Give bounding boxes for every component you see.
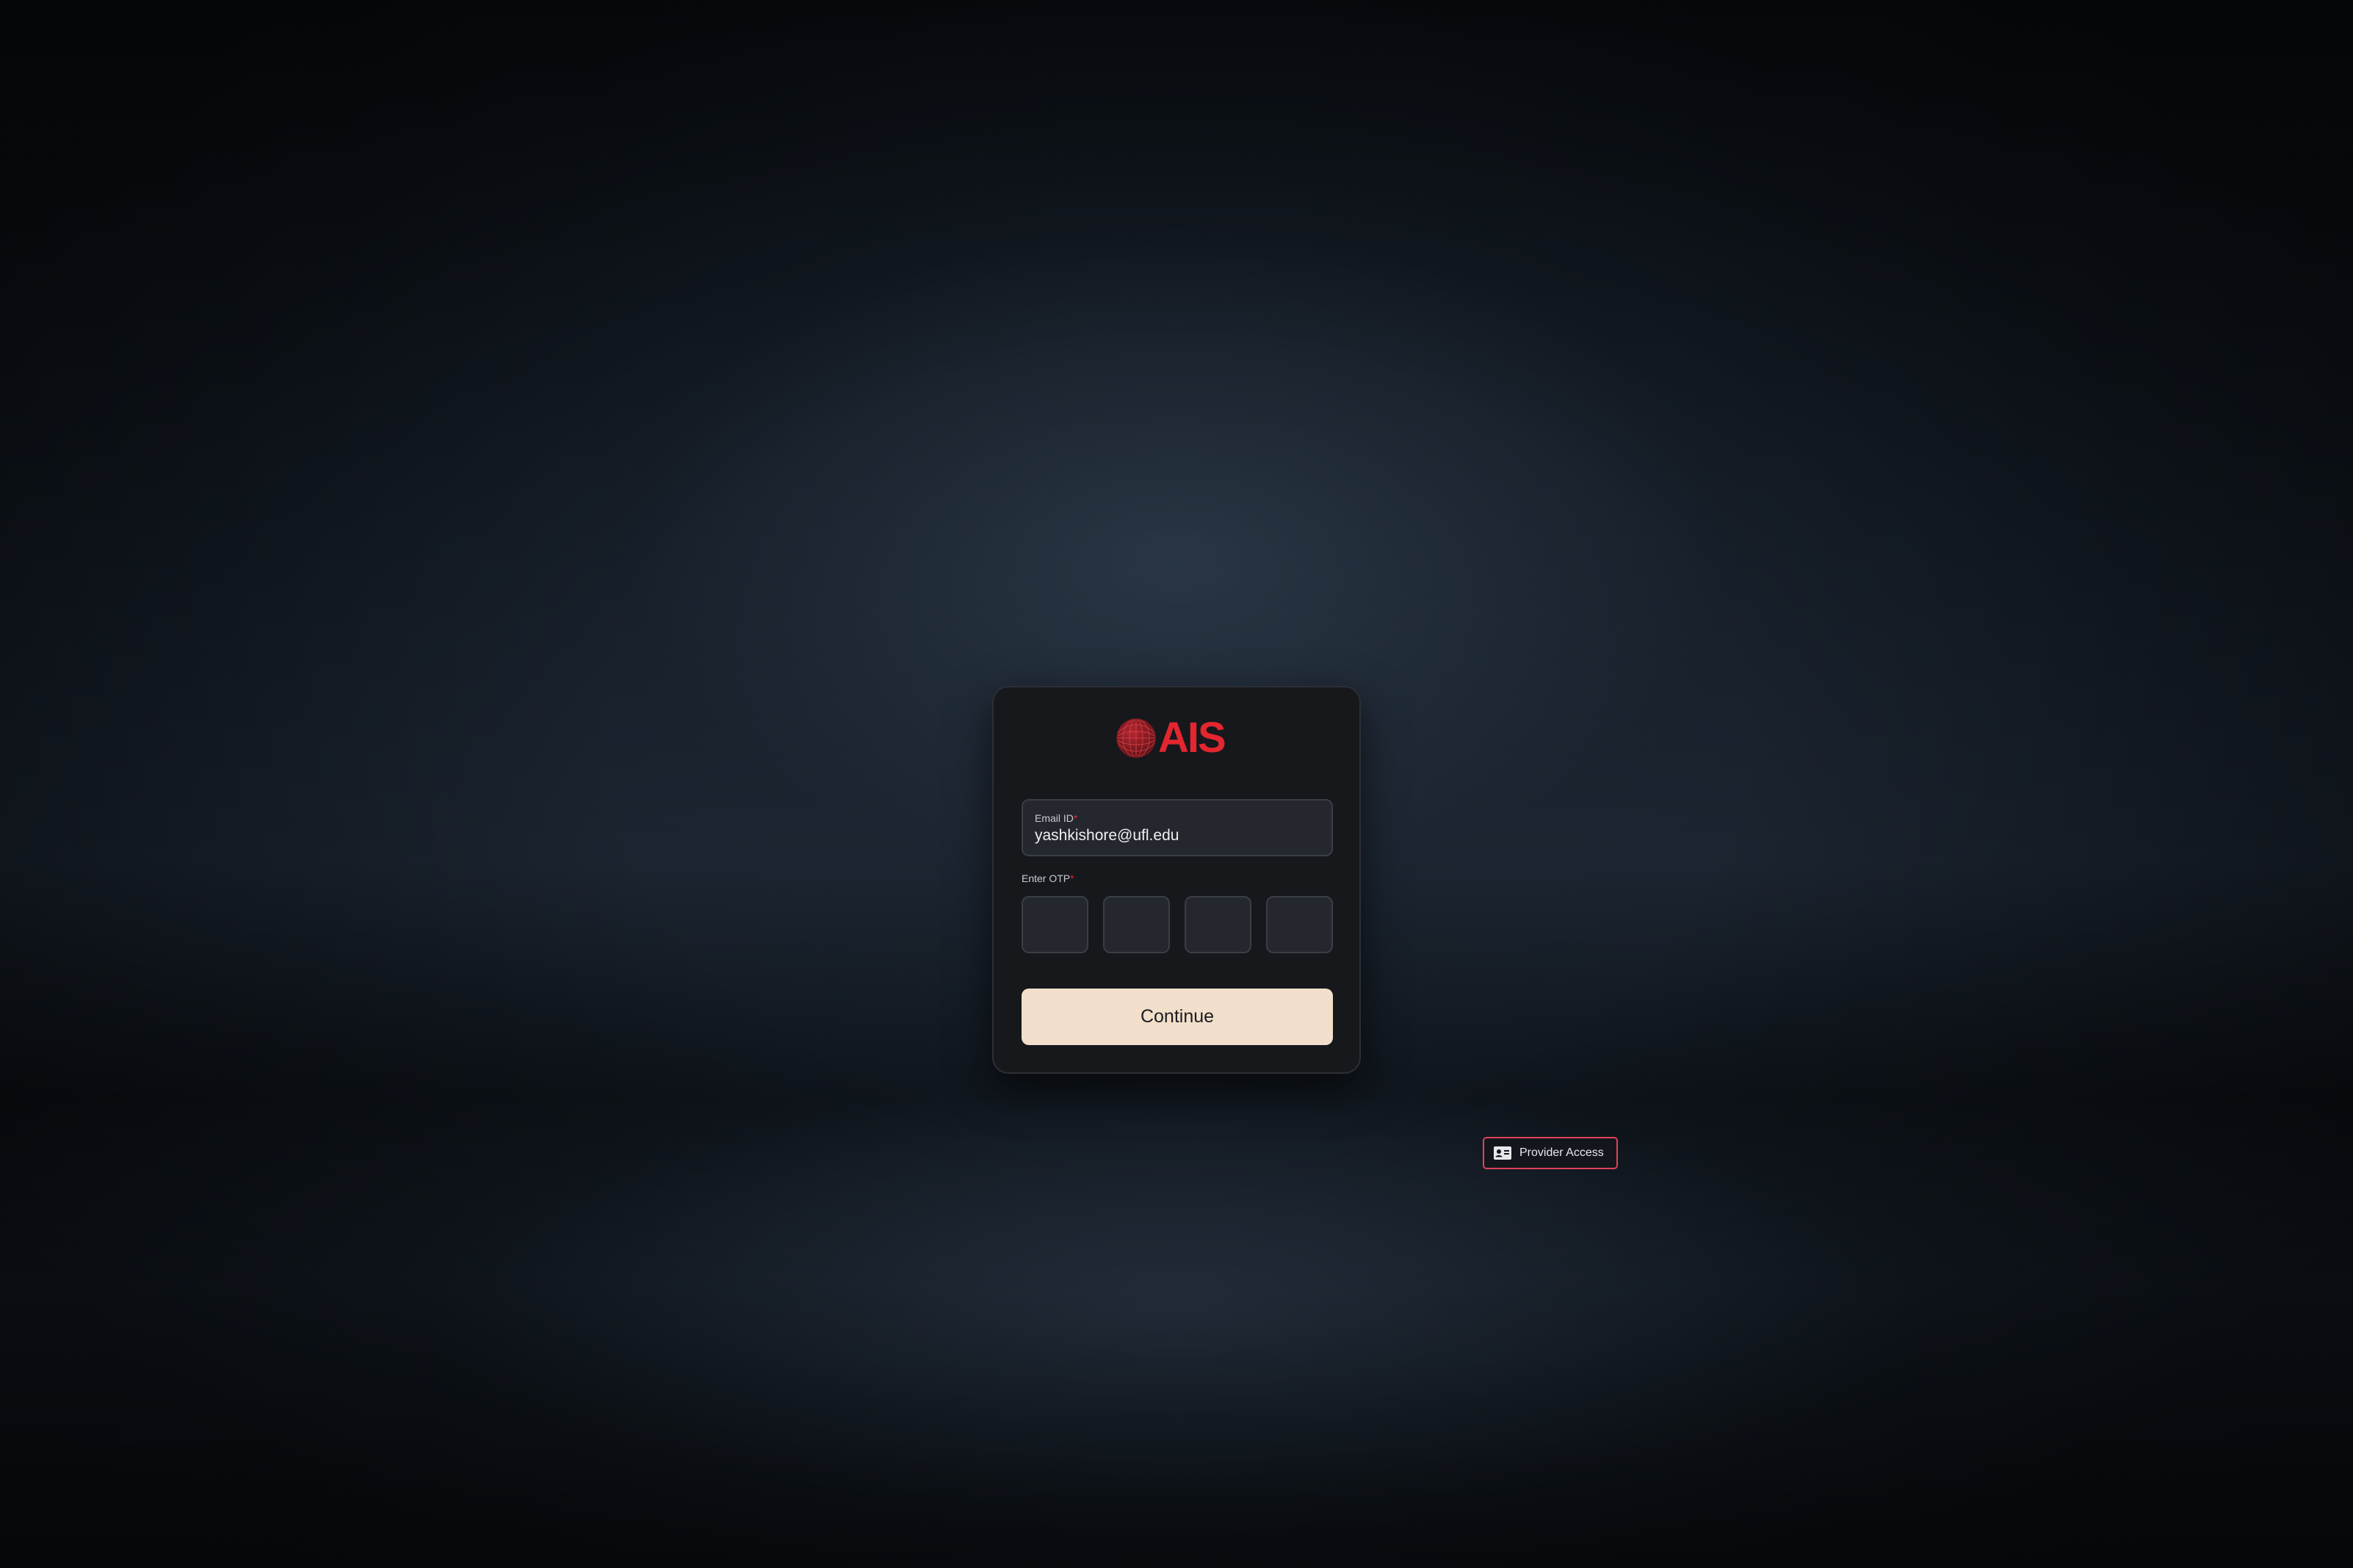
otp-digit-3[interactable]: [1185, 896, 1251, 953]
email-label: Email ID*: [1035, 812, 1077, 824]
otp-digit-1[interactable]: [1022, 896, 1088, 953]
id-card-icon: [1494, 1146, 1511, 1160]
otp-digit-4[interactable]: [1266, 896, 1333, 953]
login-card: AIS Email ID* Enter OTP* Continue: [992, 686, 1361, 1074]
otp-digit-2[interactable]: [1103, 896, 1170, 953]
otp-label-text: Enter OTP: [1022, 872, 1071, 884]
email-field[interactable]: Email ID*: [1022, 799, 1333, 856]
otp-input-group: [1022, 896, 1333, 953]
globe-icon: [1116, 718, 1156, 758]
email-input[interactable]: [1035, 827, 1321, 845]
provider-access-button[interactable]: Provider Access: [1483, 1137, 1618, 1169]
required-mark: *: [1070, 872, 1074, 884]
continue-button[interactable]: Continue: [1022, 989, 1333, 1045]
app-logo: AIS: [1116, 714, 1226, 762]
otp-label: Enter OTP*: [1022, 872, 1074, 884]
provider-access-label: Provider Access: [1519, 1146, 1604, 1159]
email-label-text: Email ID: [1035, 812, 1074, 824]
required-mark: *: [1073, 812, 1078, 824]
logo-wordmark: AIS: [1158, 714, 1226, 762]
